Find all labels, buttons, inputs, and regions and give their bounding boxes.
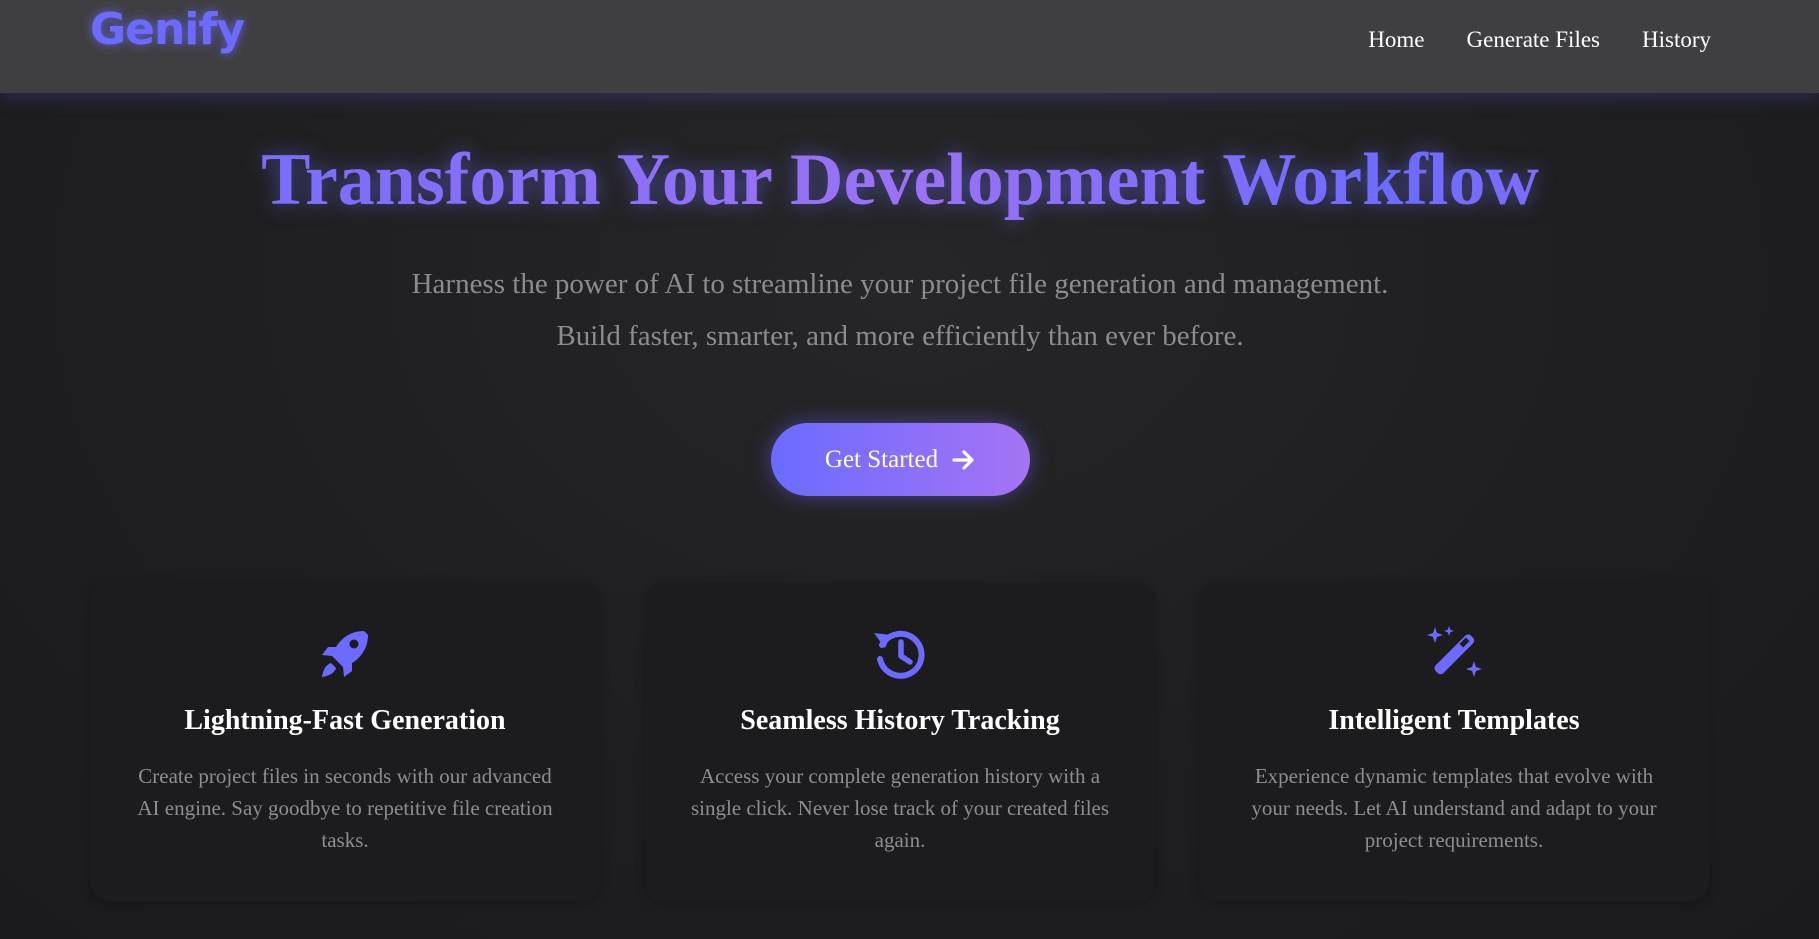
nav-link-generate-files[interactable]: Generate Files <box>1467 27 1600 53</box>
feature-card-generation: Lightning-Fast Generation Create project… <box>90 583 600 901</box>
get-started-button[interactable]: Get Started <box>771 423 1030 496</box>
nav-links: Home Generate Files History <box>1368 27 1711 53</box>
feature-card-history: Seamless History Tracking Access your co… <box>645 583 1155 901</box>
hero-subtitle: Harness the power of AI to streamline yo… <box>411 268 1389 352</box>
hero-title: Transform Your Development Workflow <box>0 138 1800 222</box>
nav-link-home[interactable]: Home <box>1368 27 1424 53</box>
get-started-label: Get Started <box>824 445 939 473</box>
arrow-right-icon <box>952 449 974 470</box>
feature-title: Lightning-Fast Generation <box>184 705 506 736</box>
feature-description: Access your complete generation history … <box>690 764 1110 852</box>
nav-link-history[interactable]: History <box>1642 27 1711 53</box>
feature-description: Experience dynamic templates that evolve… <box>1251 764 1657 852</box>
logo[interactable]: Genify <box>90 4 245 55</box>
navbar: Genify Home Generate Files History <box>0 0 1819 93</box>
magic-wand-icon <box>1427 626 1482 677</box>
feature-title: Intelligent Templates <box>1328 705 1580 736</box>
feature-title: Seamless History Tracking <box>740 705 1060 736</box>
feature-description: Create project files in seconds with our… <box>137 764 553 852</box>
feature-card-templates: Intelligent Templates Experience dynamic… <box>1199 583 1709 901</box>
rocket-icon <box>322 631 368 677</box>
history-icon <box>874 630 925 679</box>
